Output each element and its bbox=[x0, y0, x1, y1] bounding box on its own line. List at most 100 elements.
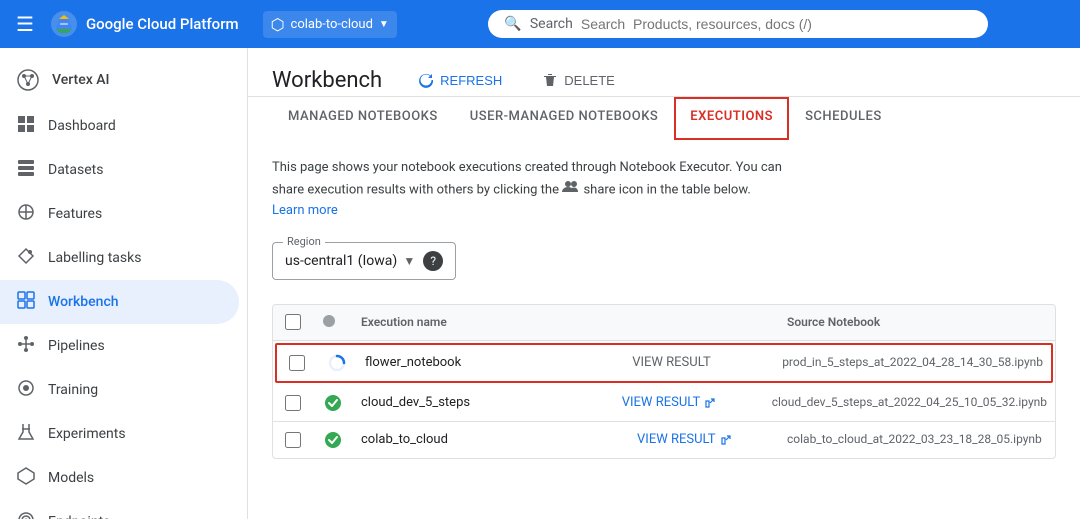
vertex-ai-icon bbox=[16, 68, 40, 92]
sidebar-item-endpoints[interactable]: Endpoints bbox=[0, 500, 239, 519]
delete-icon bbox=[542, 72, 558, 88]
description-line1: This page shows your notebook executions… bbox=[272, 160, 782, 175]
row3-name-cell: colab_to_cloud bbox=[353, 432, 629, 447]
sidebar-item-label: Dashboard bbox=[48, 118, 116, 134]
search-input[interactable] bbox=[581, 16, 973, 32]
row3-result-link[interactable]: VIEW RESULT bbox=[637, 432, 771, 447]
sidebar-item-experiments[interactable]: Experiments bbox=[0, 412, 239, 456]
refresh-label: REFRESH bbox=[440, 73, 502, 88]
region-select-control[interactable]: us-central1 (Iowa) ▼ bbox=[285, 253, 415, 269]
row1-checkbox[interactable] bbox=[289, 355, 305, 371]
sidebar-item-labelling-tasks[interactable]: Labelling tasks bbox=[0, 236, 239, 280]
sidebar-item-models[interactable]: Models bbox=[0, 456, 239, 500]
sidebar: Vertex AI Dashboard Datasets Features La… bbox=[0, 48, 248, 519]
row2-status-icon bbox=[323, 393, 343, 413]
row2-checkbox[interactable] bbox=[285, 395, 301, 411]
row1-source-cell: prod_in_5_steps_at_2022_04_28_14_30_58.i… bbox=[774, 355, 1051, 370]
sidebar-item-label: Datasets bbox=[48, 162, 103, 178]
experiments-icon bbox=[16, 422, 36, 446]
col-checkbox bbox=[273, 314, 313, 330]
search-bar[interactable]: 🔍 Search bbox=[488, 10, 988, 38]
col-status bbox=[313, 313, 353, 332]
page-title: Workbench bbox=[272, 68, 382, 93]
select-all-checkbox[interactable] bbox=[285, 314, 301, 330]
refresh-button[interactable]: REFRESH bbox=[406, 64, 514, 96]
features-icon bbox=[16, 202, 36, 226]
sidebar-item-training[interactable]: Training bbox=[0, 368, 239, 412]
region-help-icon[interactable]: ? bbox=[423, 251, 443, 271]
models-icon bbox=[16, 466, 36, 490]
row2-name-cell: cloud_dev_5_steps bbox=[353, 395, 614, 410]
external-link-icon bbox=[704, 397, 716, 409]
sidebar-item-datasets[interactable]: Datasets bbox=[0, 148, 239, 192]
datasets-icon bbox=[16, 158, 36, 182]
success-icon bbox=[323, 430, 343, 450]
region-selector[interactable]: Region us-central1 (Iowa) ▼ ? bbox=[272, 242, 456, 280]
table-row: cloud_dev_5_steps VIEW RESULT cloud_dev_… bbox=[273, 385, 1055, 422]
logo: Google Cloud Platform bbox=[50, 10, 239, 38]
region-label: Region bbox=[283, 235, 325, 248]
tab-executions[interactable]: EXECUTIONS bbox=[674, 97, 789, 140]
share-icon bbox=[562, 179, 580, 201]
sidebar-item-pipelines[interactable]: Pipelines bbox=[0, 324, 239, 368]
project-chevron-icon: ▼ bbox=[379, 19, 389, 30]
external-link-icon bbox=[720, 434, 732, 446]
row2-checkbox-cell bbox=[273, 395, 313, 411]
description-line3: share icon in the table below. bbox=[583, 182, 750, 197]
row3-status-icon bbox=[323, 430, 343, 450]
gcp-logo-text: Google Cloud Platform bbox=[86, 15, 239, 33]
refresh-icon bbox=[418, 72, 434, 88]
table-row: colab_to_cloud VIEW RESULT colab_to_clou… bbox=[273, 422, 1055, 458]
tab-managed-notebooks[interactable]: MANAGED NOTEBOOKS bbox=[272, 97, 454, 138]
product-name: Vertex AI bbox=[52, 72, 109, 88]
description-line2: share execution results with others by c… bbox=[272, 182, 559, 197]
sidebar-item-label: Workbench bbox=[48, 294, 119, 310]
running-icon bbox=[327, 353, 347, 373]
row2-source-cell: cloud_dev_5_steps_at_2022_04_25_10_05_32… bbox=[764, 395, 1055, 410]
row1-status-icon bbox=[327, 353, 347, 373]
row2-result-link[interactable]: VIEW RESULT bbox=[622, 395, 756, 410]
sidebar-item-dashboard[interactable]: Dashboard bbox=[0, 104, 239, 148]
page-header: Workbench REFRESH DELETE bbox=[248, 48, 1080, 97]
content-area: This page shows your notebook executions… bbox=[248, 138, 1080, 479]
workbench-icon bbox=[16, 290, 36, 314]
gcp-logo-icon bbox=[50, 10, 78, 38]
success-icon bbox=[323, 393, 343, 413]
learn-more-link[interactable]: Learn more bbox=[272, 203, 338, 218]
row1-status-cell bbox=[317, 353, 357, 373]
delete-button[interactable]: DELETE bbox=[530, 64, 627, 96]
training-icon bbox=[16, 378, 36, 402]
row3-source-cell: colab_to_cloud_at_2022_03_23_18_28_05.ip… bbox=[779, 432, 1055, 447]
region-help-text: ? bbox=[430, 254, 436, 268]
table-row: flower_notebook VIEW RESULT prod_in_5_st… bbox=[275, 343, 1053, 383]
sidebar-item-label: Labelling tasks bbox=[48, 250, 141, 266]
delete-label: DELETE bbox=[564, 73, 615, 88]
topbar: ☰ Google Cloud Platform ⬡ colab-to-cloud… bbox=[0, 0, 1080, 48]
sidebar-item-label: Endpoints bbox=[48, 514, 110, 519]
row3-status-cell bbox=[313, 430, 353, 450]
menu-icon[interactable]: ☰ bbox=[16, 12, 34, 36]
labelling-icon bbox=[16, 246, 36, 270]
row2-result-cell[interactable]: VIEW RESULT bbox=[614, 395, 764, 410]
row1-source-notebook: prod_in_5_steps_at_2022_04_28_14_30_58.i… bbox=[782, 355, 1043, 369]
dashboard-icon bbox=[16, 114, 36, 138]
col-source: Source Notebook bbox=[779, 315, 1055, 329]
project-name: colab-to-cloud bbox=[291, 17, 373, 32]
project-selector[interactable]: ⬡ colab-to-cloud ▼ bbox=[263, 11, 397, 38]
tab-schedules[interactable]: SCHEDULES bbox=[789, 97, 898, 138]
layout: Vertex AI Dashboard Datasets Features La… bbox=[0, 48, 1080, 519]
row3-checkbox[interactable] bbox=[285, 432, 301, 448]
sidebar-item-label: Training bbox=[48, 382, 98, 398]
row2-status-cell bbox=[313, 393, 353, 413]
search-icon: 🔍 bbox=[504, 16, 521, 32]
sidebar-item-workbench[interactable]: Workbench bbox=[0, 280, 239, 324]
row3-result-cell[interactable]: VIEW RESULT bbox=[629, 432, 779, 447]
col-name: Execution name bbox=[353, 315, 629, 329]
row3-source-notebook: colab_to_cloud_at_2022_03_23_18_28_05.ip… bbox=[787, 432, 1042, 446]
search-label: Search bbox=[530, 16, 573, 32]
sidebar-item-label: Pipelines bbox=[48, 338, 105, 354]
region-chevron-icon: ▼ bbox=[403, 254, 415, 268]
tab-user-managed-notebooks[interactable]: USER-MANAGED NOTEBOOKS bbox=[454, 97, 675, 138]
sidebar-item-features[interactable]: Features bbox=[0, 192, 239, 236]
row3-checkbox-cell bbox=[273, 432, 313, 448]
